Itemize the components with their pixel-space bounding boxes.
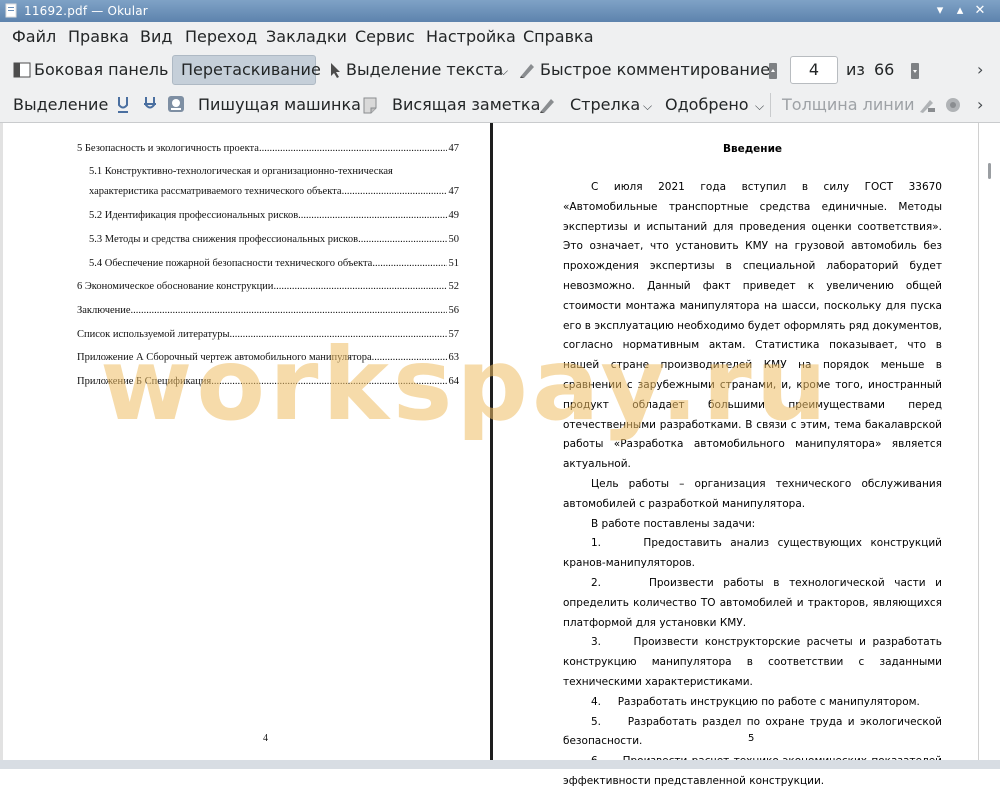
toc-entry[interactable]: Заключение56	[77, 305, 459, 316]
strikeout-icon[interactable]	[143, 96, 157, 114]
toc-entry[interactable]: 5.3 Методы и средства снижения профессио…	[89, 234, 459, 245]
menu-tools[interactable]: Сервис	[355, 27, 415, 46]
menu-view[interactable]: Вид	[140, 27, 172, 46]
cursor-icon	[331, 63, 340, 78]
page-number-input[interactable]: 4	[790, 56, 838, 84]
toc-entry[interactable]: 5 Безопасность и экологичность проекта47	[77, 143, 459, 154]
overflow2-icon[interactable]: ›	[977, 95, 983, 114]
menu-help[interactable]: Справка	[523, 27, 594, 46]
page-next-icon[interactable]	[910, 62, 920, 80]
approved-dropdown-icon[interactable]: ⌵	[755, 99, 764, 114]
page-prev-icon[interactable]	[768, 62, 778, 80]
menubar: Файл Правка Вид Переход Закладки Сервис …	[0, 22, 1000, 50]
line-width-control[interactable]: Толщина линии	[782, 95, 915, 114]
paragraph: С июля 2021 года вступил в силу ГОСТ 336…	[563, 181, 942, 471]
menu-bookmarks[interactable]: Закладки	[266, 27, 347, 46]
toc-entry[interactable]: 5.4 Обеспечение пожарной безопасности те…	[89, 258, 459, 269]
sticky-note-button[interactable]: Висящая заметка	[392, 95, 540, 114]
menu-edit[interactable]: Правка	[68, 27, 129, 46]
underline-icon[interactable]	[116, 96, 130, 114]
app-chrome: Файл Правка Вид Переход Закладки Сервис …	[0, 22, 1000, 123]
minimize-icon[interactable]: ▾	[932, 3, 948, 19]
toolbar-separator	[770, 93, 771, 117]
maximize-icon[interactable]: ▴	[952, 3, 968, 19]
page-4: 5 Безопасность и экологичность проекта47…	[3, 123, 490, 769]
close-icon[interactable]: ✕	[972, 3, 988, 19]
task-item: 6. Произвести расчет технико-экономическ…	[563, 755, 942, 787]
stamp-icon[interactable]	[167, 95, 185, 113]
section-heading: Введение	[722, 143, 783, 155]
task-item: 4. Разработать инструкцию по работе с ма…	[591, 695, 920, 708]
toc-entry[interactable]: 5.1 Конструктивно-технологическая и орга…	[89, 166, 459, 177]
vertical-scrollbar[interactable]	[978, 123, 1000, 769]
page-number: 4	[263, 733, 268, 744]
menu-file[interactable]: Файл	[12, 27, 56, 46]
opacity-icon[interactable]	[918, 96, 936, 114]
paragraph: В работе поставлены задачи:	[591, 517, 756, 530]
main-toolbar: Боковая панель Перетаскивание Выделение …	[0, 54, 1000, 86]
toc-entry-continued[interactable]: характеристика рассматриваемого техничес…	[89, 186, 459, 197]
annotation-toolbar: Выделение Пишущая машинка Висящая заметк…	[0, 89, 1000, 121]
arrow-dropdown-icon[interactable]: ⌵	[643, 99, 652, 114]
arrow-tool-button[interactable]: Стрелка	[570, 95, 640, 114]
task-item: 2. Произвести работы в технологической ч…	[563, 576, 942, 629]
quick-comment-icon	[520, 64, 534, 78]
sticky-note-icon	[363, 97, 377, 114]
document-viewport[interactable]: 5 Безопасность и экологичность проекта47…	[0, 123, 1000, 787]
quick-comment-button[interactable]: Быстрое комментирование	[540, 60, 770, 79]
toc-entry[interactable]: 6 Экономическое обоснование конструкции5…	[77, 281, 459, 292]
page-number: 5	[748, 733, 755, 744]
sidebar-button[interactable]: Боковая панель	[34, 60, 168, 79]
arrow-tool-icon	[540, 99, 554, 113]
text-select-dropdown-icon[interactable]: ⌵	[499, 64, 508, 79]
task-item: 3. Произвести конструкторские расчеты и …	[563, 636, 942, 688]
page-total: 66	[874, 60, 895, 79]
body-text: С июля 2021 года вступил в силу ГОСТ 336…	[563, 178, 942, 792]
select-tool-button[interactable]: Выделение	[13, 95, 108, 114]
window-title: 11692.pdf — Okular	[24, 4, 148, 18]
drag-mode-label: Перетаскивание	[181, 60, 321, 79]
toc-entry[interactable]: Список используемой литературы57	[77, 329, 459, 340]
scrollbar-thumb[interactable]	[988, 163, 991, 179]
task-item: 1. Предоставить анализ существующих конс…	[563, 537, 942, 570]
text-select-button[interactable]: Выделение текста	[346, 60, 503, 79]
overflow-icon[interactable]: ›	[977, 60, 983, 79]
taskbar-strip	[0, 760, 1000, 769]
menu-settings[interactable]: Настройка	[426, 27, 516, 46]
app-icon	[5, 3, 17, 18]
menu-go[interactable]: Переход	[185, 27, 257, 46]
toc-entry[interactable]: 5.2 Идентификация профессиональных риско…	[89, 210, 459, 221]
toc-entry[interactable]: Приложение Б Спецификация64	[77, 376, 459, 387]
page-of-label: из	[846, 60, 865, 79]
window-titlebar: 11692.pdf — Okular ▾ ▴ ✕	[0, 0, 1000, 22]
typewriter-button[interactable]: Пишущая машинка	[198, 95, 361, 114]
paragraph: Цель работы – организация технического о…	[563, 477, 942, 510]
toc-entry[interactable]: Приложение А Сборочный чертеж автомобиль…	[77, 352, 459, 363]
color-icon[interactable]	[944, 96, 962, 114]
sidebar-icon[interactable]	[13, 62, 31, 78]
stamp-approved-button[interactable]: Одобрено	[665, 95, 749, 114]
